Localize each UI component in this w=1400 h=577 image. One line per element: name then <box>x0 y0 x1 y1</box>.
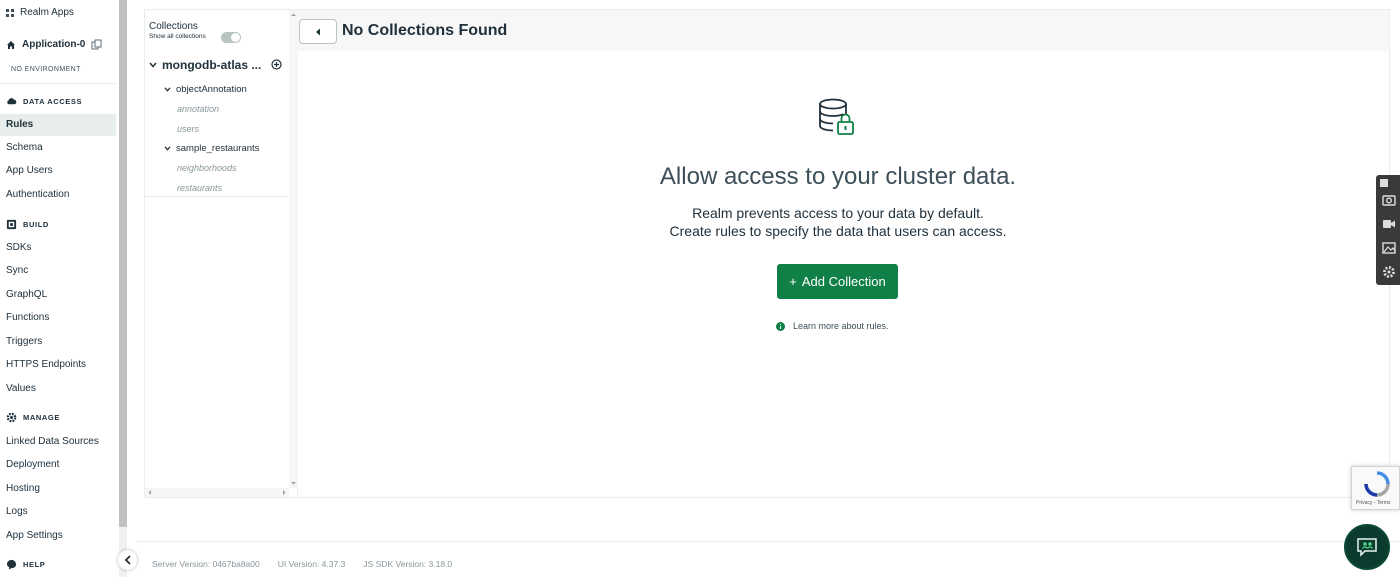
realm-apps-label: Realm Apps <box>20 7 74 18</box>
sidebar-item-functions[interactable]: Functions <box>6 312 49 323</box>
server-version: Server Version: 0467ba8a00 <box>152 559 260 569</box>
collections-tree-panel: Collections Show all collections mongodb… <box>144 9 298 498</box>
sidebar-item-sync[interactable]: Sync <box>6 265 28 276</box>
app-name: Application-0 <box>22 39 86 50</box>
help-icon <box>6 559 17 570</box>
database-row[interactable]: sample_restaurants <box>164 143 259 154</box>
info-icon <box>776 321 785 331</box>
sidebar-item-graphql[interactable]: GraphQL <box>6 289 47 300</box>
video-icon[interactable] <box>1382 217 1396 231</box>
tree-horizontal-scrollbar[interactable] <box>145 488 289 497</box>
empty-state-description-line1: Realm prevents access to your data by de… <box>692 205 984 221</box>
realm-apps-link[interactable]: Realm Apps <box>6 7 74 18</box>
chevron-down-icon <box>164 87 171 92</box>
collection-item[interactable]: users <box>177 124 199 134</box>
cloud-icon <box>7 98 17 105</box>
database-row[interactable]: objectAnnotation <box>164 84 247 95</box>
empty-state-description-line2: Create rules to specify the data that us… <box>669 223 1007 239</box>
collapse-sidebar-button[interactable] <box>118 550 137 570</box>
sidebar-item-deployment[interactable]: Deployment <box>6 459 59 470</box>
sidebar-item-linked-data-sources[interactable]: Linked Data Sources <box>6 436 99 447</box>
add-collection-label: Add Collection <box>801 274 886 289</box>
scroll-up-icon[interactable] <box>289 11 298 19</box>
collection-item[interactable]: annotation <box>177 104 219 114</box>
add-collection-button[interactable]: + Add Collection <box>777 264 898 299</box>
sidebar-item-rules[interactable]: Rules <box>0 114 116 136</box>
puzzle-icon[interactable] <box>1379 178 1389 188</box>
screenshot-toolbar <box>1376 175 1400 285</box>
empty-state: Allow access to your cluster data. Realm… <box>298 51 1390 498</box>
database-lock-icon <box>819 98 854 135</box>
chat-support-button[interactable] <box>1344 524 1390 570</box>
copy-icon[interactable] <box>91 39 102 50</box>
database-name: sample_restaurants <box>176 143 260 154</box>
footer: Server Version: 0467ba8a00 UI Version: 4… <box>152 559 452 569</box>
sidebar-item-app-settings[interactable]: App Settings <box>6 530 63 541</box>
camera-icon[interactable] <box>1382 193 1396 207</box>
sidebar-item-logs[interactable]: Logs <box>6 506 28 517</box>
sidebar-item-values[interactable]: Values <box>6 383 36 394</box>
section-title: HELP <box>23 560 46 569</box>
collections-tree: Collections Show all collections mongodb… <box>145 10 288 197</box>
sdk-version: JS SDK Version: 3.18.0 <box>363 559 453 569</box>
section-title: BUILD <box>23 220 49 229</box>
learn-more-label: Learn more about rules. <box>793 321 889 331</box>
sidebar-scrollbar-thumb[interactable] <box>119 0 127 527</box>
home-icon <box>7 40 15 49</box>
app-selector[interactable]: Application-0 <box>6 39 102 50</box>
sidebar-item-schema[interactable]: Schema <box>6 142 43 153</box>
add-circle-icon[interactable] <box>271 59 282 70</box>
section-manage: MANAGE <box>6 412 60 423</box>
section-help[interactable]: HELP <box>6 559 45 570</box>
build-icon <box>6 219 17 230</box>
collection-item[interactable]: neighborhoods <box>177 163 237 173</box>
environment-label: NO ENVIRONMENT <box>11 66 81 73</box>
collections-heading: Collections <box>149 21 198 32</box>
sidebar-item-app-users[interactable]: App Users <box>6 165 53 176</box>
recaptcha-badge[interactable]: Privacy - Terms <box>1351 466 1400 510</box>
database-name: objectAnnotation <box>176 84 247 95</box>
footer-divider <box>137 541 1400 542</box>
divider <box>0 83 116 84</box>
section-title: DATA ACCESS <box>23 97 83 106</box>
show-all-collections-toggle[interactable] <box>221 32 241 43</box>
chevron-left-icon <box>124 555 131 565</box>
toggle-tree-button[interactable] <box>299 19 337 44</box>
plus-icon: + <box>789 274 797 289</box>
collection-item[interactable]: restaurants <box>177 183 222 193</box>
chevron-down-icon <box>164 146 171 151</box>
page-title: No Collections Found <box>342 22 508 39</box>
section-build: BUILD <box>6 219 49 230</box>
scroll-right-icon[interactable] <box>280 488 288 497</box>
section-title: MANAGE <box>23 413 60 422</box>
show-all-collections-label: Show all collections <box>149 33 206 40</box>
sidebar-item-authentication[interactable]: Authentication <box>6 189 69 200</box>
sidebar-item-https-endpoints[interactable]: HTTPS Endpoints <box>6 359 86 370</box>
ui-version: UI Version: 4.37.3 <box>277 559 346 569</box>
image-icon[interactable] <box>1382 241 1396 255</box>
left-navigation: Realm Apps Application-0 NO ENVIRONMENT … <box>0 0 118 577</box>
grid-icon <box>6 8 14 17</box>
learn-more-link[interactable]: Learn more about rules. <box>776 321 889 331</box>
empty-state-title: Allow access to your cluster data. <box>659 163 1017 190</box>
data-source-name: mongodb-atlas ... <box>162 58 262 72</box>
recaptcha-logo-icon <box>1364 471 1390 497</box>
chevron-down-icon <box>149 62 157 68</box>
sidebar-item-sdks[interactable]: SDKs <box>6 242 32 253</box>
sidebar-item-hosting[interactable]: Hosting <box>6 483 40 494</box>
scroll-left-icon[interactable] <box>146 488 154 497</box>
chat-icon <box>1357 538 1377 557</box>
toggle-knob <box>231 33 240 42</box>
data-source-row[interactable]: mongodb-atlas ... <box>149 58 261 72</box>
settings-icon[interactable] <box>1382 265 1396 279</box>
section-data-access: DATA ACCESS <box>6 96 82 107</box>
scroll-down-icon[interactable] <box>289 479 298 487</box>
main-header: No Collections Found <box>298 9 1390 51</box>
recaptcha-terms[interactable]: Privacy - Terms <box>1356 500 1390 506</box>
sidebar-item-triggers[interactable]: Triggers <box>6 336 42 347</box>
gear-icon <box>6 412 17 423</box>
caret-left-icon <box>316 28 320 35</box>
tree-vertical-scrollbar[interactable] <box>289 10 298 488</box>
